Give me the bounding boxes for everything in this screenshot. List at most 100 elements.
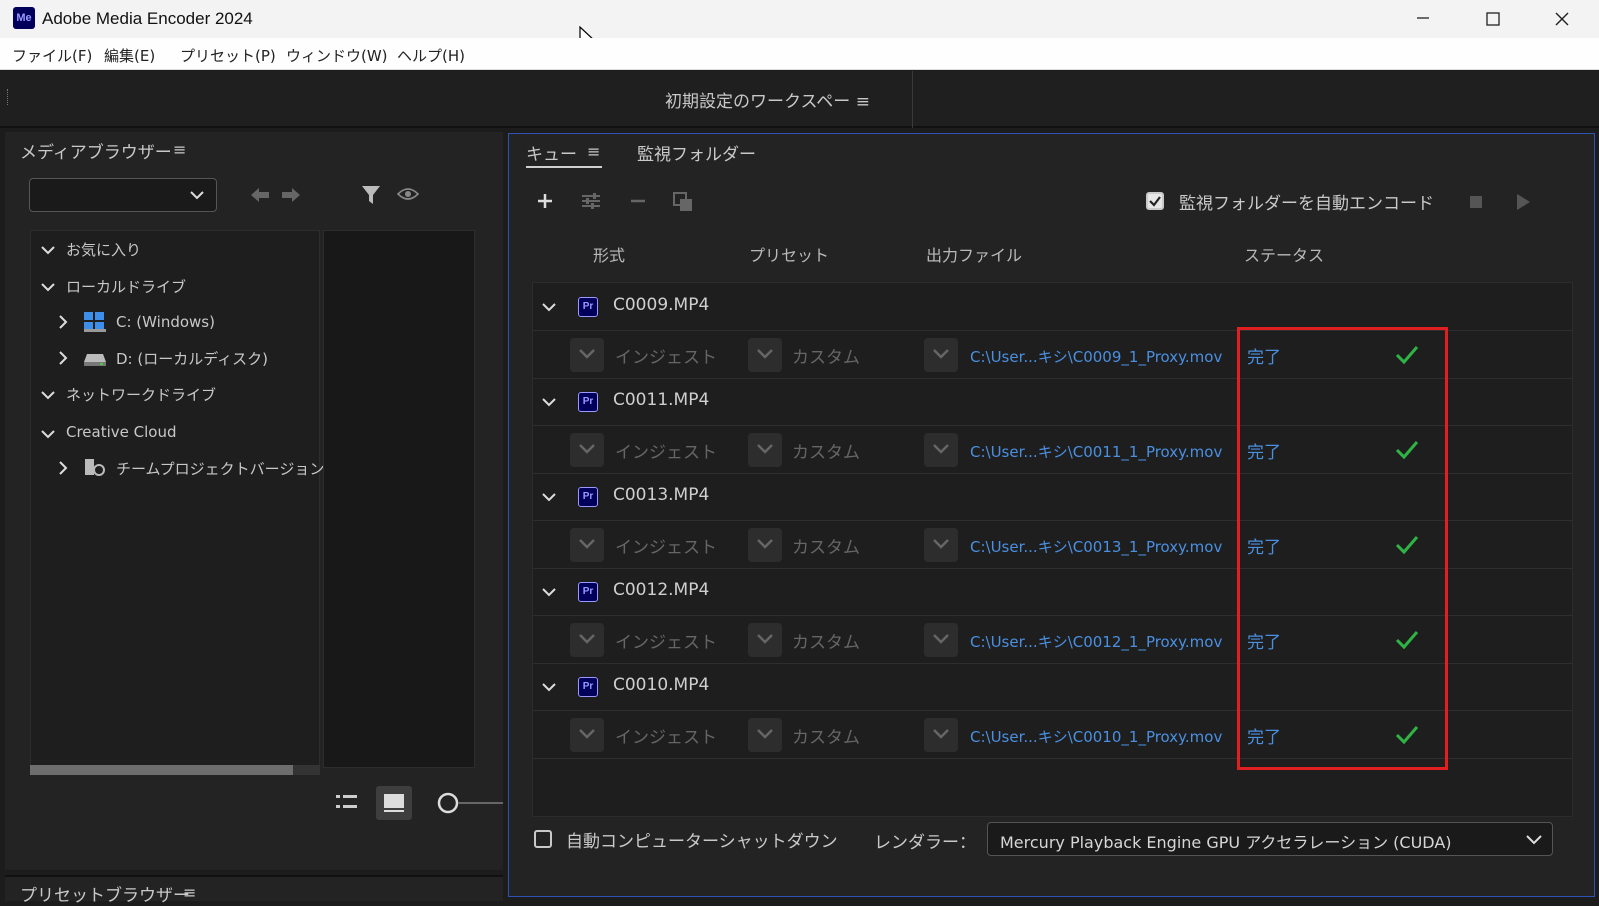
eye-icon[interactable] [397, 186, 419, 202]
drag-grip[interactable] [7, 89, 9, 105]
chevron-down-icon[interactable] [542, 490, 556, 504]
column-header-format[interactable]: 形式 [593, 242, 625, 266]
maximize-icon[interactable] [1470, 4, 1516, 34]
preset-value[interactable]: カスタム [792, 628, 860, 653]
chevron-right-icon[interactable] [56, 461, 70, 475]
tab-queue[interactable]: キュー [526, 140, 577, 165]
duplicate-icon[interactable] [673, 192, 695, 212]
auto-shutdown-label: 自動コンピューターシャットダウン [566, 832, 838, 852]
output-file-link[interactable]: C:\User...キシ\C0013_1_Proxy.mov [970, 536, 1222, 557]
column-header-status[interactable]: ステータス [1244, 242, 1324, 266]
output-dropdown[interactable] [924, 433, 958, 467]
chevron-down-icon[interactable] [41, 243, 55, 257]
menu-preset[interactable]: プリセット(P) [180, 45, 276, 66]
format-dropdown[interactable] [570, 718, 604, 752]
tree-item-network-drives[interactable]: ネットワークドライブ [66, 384, 216, 405]
format-value[interactable]: インジェスト [615, 533, 717, 558]
output-file-link[interactable]: C:\User...キシ\C0009_1_Proxy.mov [970, 346, 1222, 367]
format-dropdown[interactable] [570, 433, 604, 467]
source-file-name[interactable]: C0012.MP4 [613, 580, 709, 600]
column-header-preset[interactable]: プリセット [749, 242, 829, 266]
menu-window[interactable]: ウィンドウ(W) [286, 45, 388, 66]
format-value[interactable]: インジェスト [615, 628, 717, 653]
play-icon[interactable] [1515, 193, 1531, 211]
preset-browser-menu-icon[interactable]: ≡ [183, 883, 196, 902]
source-file-name[interactable]: C0013.MP4 [613, 485, 709, 505]
list-view-icon[interactable] [335, 792, 359, 812]
filter-icon[interactable] [361, 184, 381, 206]
output-file-link[interactable]: C:\User...キシ\C0010_1_Proxy.mov [970, 726, 1222, 747]
menu-file[interactable]: ファイル(F) [12, 45, 92, 66]
stop-icon[interactable] [1469, 195, 1483, 209]
output-file-link[interactable]: C:\User...キシ\C0011_1_Proxy.mov [970, 441, 1222, 462]
column-header-output[interactable]: 出力ファイル [926, 242, 1022, 266]
source-file-name[interactable]: C0009.MP4 [613, 295, 709, 315]
close-icon[interactable] [1539, 4, 1585, 34]
chevron-down-icon[interactable] [542, 300, 556, 314]
format-dropdown[interactable] [570, 338, 604, 372]
preset-dropdown[interactable] [748, 528, 782, 562]
chevron-right-icon[interactable] [56, 315, 70, 329]
output-file-link[interactable]: C:\User...キシ\C0012_1_Proxy.mov [970, 631, 1222, 652]
tree-item-drive-d[interactable]: D: (ローカルディスク) [116, 348, 268, 369]
zoom-slider[interactable] [437, 792, 503, 814]
back-arrow-icon[interactable] [250, 187, 270, 203]
output-dropdown[interactable] [924, 718, 958, 752]
minimize-icon[interactable] [1400, 4, 1446, 34]
auto-encode-label: 監視フォルダーを自動エンコード [1179, 194, 1434, 214]
source-file-name[interactable]: C0011.MP4 [613, 390, 709, 410]
preset-value[interactable]: カスタム [792, 723, 860, 748]
chevron-down-icon[interactable] [542, 585, 556, 599]
tree-item-local-drives[interactable]: ローカルドライブ [66, 276, 186, 297]
chevron-right-icon[interactable] [56, 351, 70, 365]
media-browser-panel: メディアブラウザー ≡ お気に入り ローカルドライブ C: (Windows) … [5, 132, 503, 870]
format-dropdown[interactable] [570, 623, 604, 657]
workspace-title[interactable]: 初期設定のワークスペー ≡ [665, 87, 870, 112]
preset-dropdown[interactable] [748, 433, 782, 467]
preset-dropdown[interactable] [748, 338, 782, 372]
location-dropdown[interactable] [29, 178, 217, 212]
format-value[interactable]: インジェスト [615, 343, 717, 368]
settings-sliders-icon[interactable] [581, 192, 601, 210]
auto-encode-checkbox[interactable] [1146, 192, 1164, 210]
queue-panel: キュー ≡ 監視フォルダー 監視フォルダーを自動エンコード 形式 プリセット 出… [508, 133, 1595, 897]
auto-shutdown-checkbox[interactable] [534, 830, 552, 848]
preset-value[interactable]: カスタム [792, 438, 860, 463]
media-browser-menu-icon[interactable]: ≡ [173, 140, 186, 159]
thumbnail-view-button[interactable] [376, 786, 412, 820]
tree-item-creative-cloud[interactable]: Creative Cloud [66, 423, 177, 441]
tree-item-team-projects[interactable]: チームプロジェクトバージョン [116, 458, 324, 479]
menu-edit[interactable]: 編集(E) [104, 45, 155, 66]
chevron-down-icon [757, 539, 773, 549]
horizontal-scrollbar[interactable] [30, 765, 320, 775]
chevron-down-icon[interactable] [41, 388, 55, 402]
tree-item-favorites[interactable]: お気に入り [66, 239, 141, 260]
source-file-name[interactable]: C0010.MP4 [613, 675, 709, 695]
renderer-select[interactable]: Mercury Playback Engine GPU アクセラレーション (C… [987, 822, 1553, 856]
chevron-down-icon[interactable] [41, 427, 55, 441]
preset-value[interactable]: カスタム [792, 343, 860, 368]
app-logo-icon: Me [13, 7, 35, 29]
remove-icon[interactable] [629, 192, 647, 210]
output-dropdown[interactable] [924, 623, 958, 657]
add-icon[interactable] [536, 192, 554, 210]
format-value[interactable]: インジェスト [615, 438, 717, 463]
forward-arrow-icon[interactable] [281, 187, 301, 203]
chevron-down-icon[interactable] [542, 680, 556, 694]
output-dropdown[interactable] [924, 528, 958, 562]
chevron-down-icon[interactable] [542, 395, 556, 409]
queue-menu-icon[interactable]: ≡ [587, 142, 600, 161]
preset-value[interactable]: カスタム [792, 533, 860, 558]
chevron-down-icon[interactable] [41, 280, 55, 294]
menu-help[interactable]: ヘルプ(H) [397, 45, 465, 66]
tab-watch-folders[interactable]: 監視フォルダー [637, 140, 756, 165]
preset-dropdown[interactable] [748, 623, 782, 657]
chevron-down-icon [579, 349, 595, 359]
output-dropdown[interactable] [924, 338, 958, 372]
preset-dropdown[interactable] [748, 718, 782, 752]
format-value[interactable]: インジェスト [615, 723, 717, 748]
scrollbar-thumb[interactable] [30, 765, 293, 775]
renderer-value: Mercury Playback Engine GPU アクセラレーション (C… [1000, 833, 1452, 852]
format-dropdown[interactable] [570, 528, 604, 562]
tree-item-drive-c[interactable]: C: (Windows) [116, 313, 215, 331]
